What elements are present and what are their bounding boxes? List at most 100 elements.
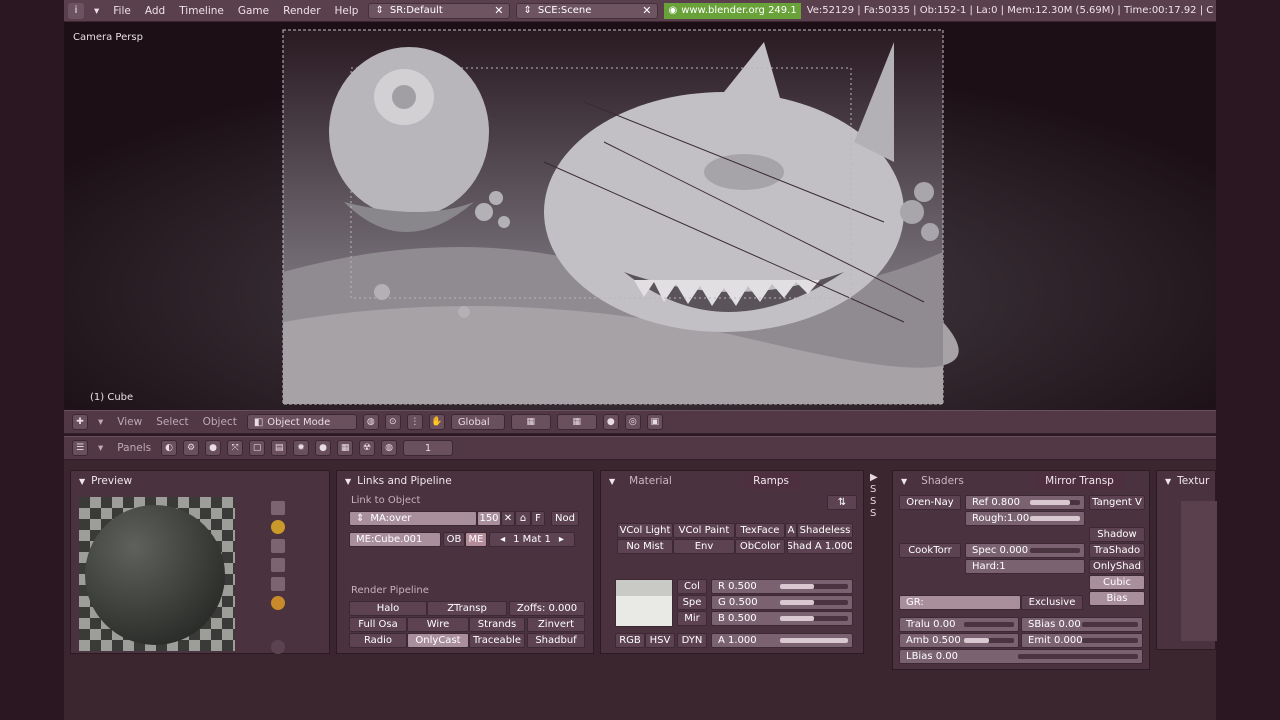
preview-monkey-icon[interactable] [271, 558, 285, 572]
rough-slider[interactable]: Rough:1.00 [965, 511, 1085, 526]
hsv-button[interactable]: HSV [645, 633, 675, 648]
preview-panel-header[interactable]: ▼ Preview [71, 471, 329, 491]
orientation-selector[interactable]: Global [450, 414, 505, 430]
trashado-button[interactable]: TraShado [1089, 543, 1145, 558]
copy-paste-icon[interactable]: ⇅ [827, 495, 857, 510]
a-slider[interactable]: A 1.000 [711, 633, 853, 648]
ramps-tab[interactable]: Ramps [743, 473, 800, 489]
blender-url[interactable]: ◉ www.blender.org 249.1 [664, 2, 801, 19]
shadow-button[interactable]: Shadow [1089, 527, 1145, 542]
radio-subcontext-icon[interactable]: ☢ [359, 440, 376, 456]
menu-render[interactable]: Render [279, 5, 324, 17]
info-icon[interactable]: i [68, 2, 84, 19]
preview-sphere-icon[interactable] [271, 520, 285, 534]
hard-field[interactable]: Hard:1 [965, 559, 1085, 574]
lbias-slider[interactable]: LBias 0.00 [899, 649, 1143, 664]
mode-selector[interactable]: ◧ Object Mode [246, 414, 357, 430]
zinvert-button[interactable]: Zinvert [527, 617, 585, 632]
spe-button[interactable]: Spe [677, 595, 707, 610]
lock-icon[interactable]: ● [602, 414, 619, 430]
no-mist-button[interactable]: No Mist [617, 539, 673, 554]
script-context-icon[interactable]: ⚙ [183, 440, 200, 456]
emit-slider[interactable]: Emit 0.000 [1021, 633, 1143, 648]
3d-viewport[interactable]: Camera Persp (1) Cube [64, 22, 1216, 410]
color-swatch[interactable] [615, 579, 673, 627]
amb-slider[interactable]: Amb 0.500 [899, 633, 1019, 648]
hand-icon[interactable]: ✋ [428, 414, 445, 430]
collapse-triangle-icon[interactable]: ▼ [609, 477, 615, 486]
menu-timeline[interactable]: Timeline [175, 5, 228, 17]
shadeless-button[interactable]: Shadeless [797, 523, 853, 538]
traceable-button[interactable]: Traceable [469, 633, 525, 648]
collapse-triangle-icon[interactable]: ▼ [1165, 477, 1171, 486]
fullosa-button[interactable]: Full Osa [349, 617, 407, 632]
exclusive-button[interactable]: Exclusive [1021, 595, 1083, 610]
strands-button[interactable]: Strands [469, 617, 525, 632]
env-button[interactable]: Env [673, 539, 735, 554]
collapsed-panel-strip[interactable]: ▶ S S S [870, 472, 884, 532]
specular-shader-selector[interactable]: CookTorr [899, 543, 961, 558]
pivot-icon[interactable]: ⊙ [384, 414, 401, 430]
zoffs-field[interactable]: Zoffs: 0.000 [509, 601, 585, 616]
menu-object[interactable]: Object [199, 416, 241, 428]
screen-close-icon[interactable]: ✕ [494, 4, 503, 17]
col-button[interactable]: Col [677, 579, 707, 594]
texface-alpha-button[interactable]: A [785, 523, 797, 538]
scene-close-icon[interactable]: ✕ [642, 4, 651, 17]
radio-button[interactable]: Radio [349, 633, 407, 648]
material-subcontext-icon[interactable]: ● [315, 440, 332, 456]
sbias-slider[interactable]: SBias 0.00 [1021, 617, 1143, 632]
nodes-button[interactable]: Nod [551, 511, 579, 526]
menu-add[interactable]: Add [141, 5, 169, 17]
wire-button[interactable]: Wire [407, 617, 469, 632]
layer-buttons-2[interactable]: ▦ [556, 414, 597, 430]
fake-user-icon[interactable]: ⌂ [515, 511, 531, 526]
texture-panel-header[interactable]: ▼ Textur [1157, 471, 1215, 491]
lamp-subcontext-icon[interactable]: ✹ [293, 440, 310, 456]
render-opengl-icon[interactable]: ◎ [624, 414, 641, 430]
panels-menu[interactable]: Panels [113, 442, 155, 454]
spec-slider[interactable]: Spec 0.000 [965, 543, 1085, 558]
preview-flat-icon[interactable] [271, 501, 285, 515]
f-button[interactable]: F [531, 511, 545, 526]
vcol-paint-button[interactable]: VCol Paint [673, 523, 735, 538]
g-slider[interactable]: G 0.500 [711, 595, 853, 610]
preview-render-icon[interactable] [271, 640, 285, 654]
onlyshad-button[interactable]: OnlyShad [1089, 559, 1145, 574]
scene-context-icon[interactable]: ▤ [271, 440, 288, 456]
scene-selector[interactable]: ⇕ SCE:Scene ✕ [516, 2, 659, 19]
vcol-light-button[interactable]: VCol Light [617, 523, 673, 538]
links-panel-header[interactable]: ▼ Links and Pipeline [337, 471, 593, 491]
cubic-button[interactable]: Cubic [1089, 575, 1145, 590]
tangent-v-button[interactable]: Tangent V [1089, 495, 1145, 510]
b-slider[interactable]: B 0.500 [711, 611, 853, 626]
render-anim-icon[interactable]: ▣ [646, 414, 663, 430]
screen-selector[interactable]: ⇕ SR:Default ✕ [368, 2, 511, 19]
material-name-field[interactable]: ⇕ MA:over [349, 511, 477, 526]
halo-button[interactable]: Halo [349, 601, 427, 616]
collapse-triangle-icon[interactable]: ▼ [345, 477, 351, 486]
bias-button[interactable]: Bias [1089, 591, 1145, 606]
group-field[interactable]: GR: [899, 595, 1021, 610]
texture-subcontext-icon[interactable]: ▦ [337, 440, 354, 456]
unlink-icon[interactable]: ✕ [501, 511, 515, 526]
frame-number[interactable]: 1 [403, 440, 454, 456]
material-index-field[interactable]: ◂ 1 Mat 1 ▸ [489, 532, 575, 547]
preview-cube-icon[interactable] [271, 539, 285, 553]
menu-help[interactable]: Help [331, 5, 363, 17]
buttons-editor-icon[interactable]: ☰ [72, 440, 88, 456]
menu-view[interactable]: View [113, 416, 146, 428]
menu-select[interactable]: Select [152, 416, 192, 428]
pivot-dropdown-icon[interactable]: ⋮ [406, 414, 423, 430]
material-tab[interactable]: Material [629, 475, 729, 487]
texface-button[interactable]: TexFace [735, 523, 785, 538]
r-slider[interactable]: R 0.500 [711, 579, 853, 594]
preview-sky-icon[interactable] [271, 596, 285, 610]
shad-alpha-field[interactable]: Shad A 1.000 [787, 539, 853, 554]
editing-context-icon[interactable]: ▢ [249, 440, 266, 456]
menu-file[interactable]: File [109, 5, 135, 17]
object-context-icon[interactable]: ⤧ [227, 440, 244, 456]
preview-hair-icon[interactable] [271, 577, 285, 591]
mirror-transp-tab[interactable]: Mirror Transp [1035, 473, 1124, 489]
tralu-slider[interactable]: Tralu 0.00 [899, 617, 1019, 632]
